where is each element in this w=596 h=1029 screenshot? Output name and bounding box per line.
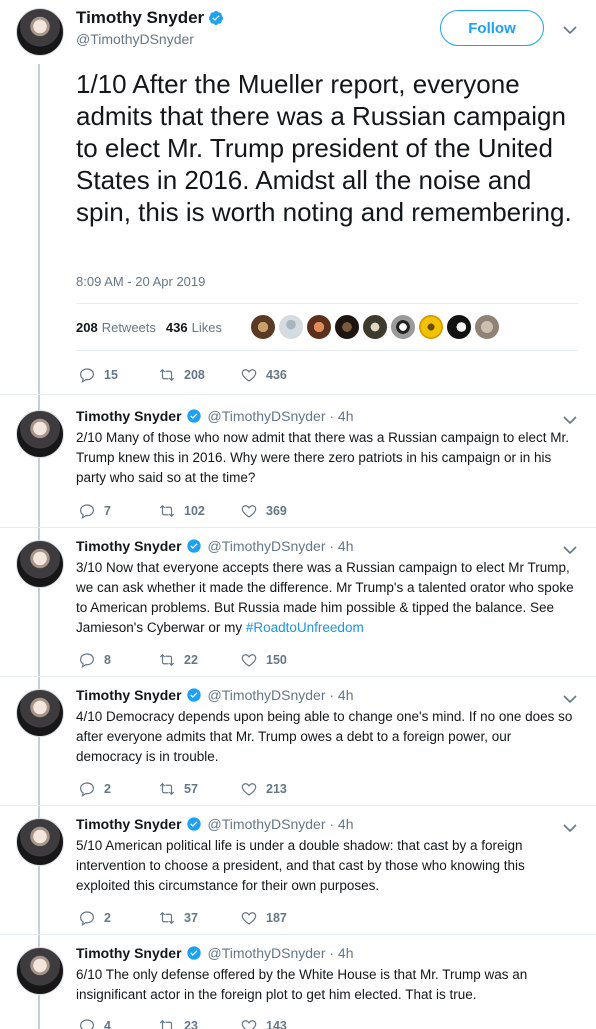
avatar[interactable] [16, 689, 64, 737]
author-name[interactable]: Timothy Snyder [76, 538, 182, 554]
follow-button[interactable]: Follow [440, 10, 544, 46]
retweet-icon [159, 782, 175, 796]
chevron-down-icon[interactable] [562, 412, 578, 428]
chevron-down-icon[interactable] [562, 542, 578, 558]
avatar[interactable] [16, 410, 64, 458]
retweet-action[interactable]: 208 [158, 366, 240, 384]
tweet-actions: 4 23 143 [78, 1017, 320, 1029]
chevron-down-icon[interactable] [562, 22, 578, 38]
liker-avatar[interactable] [362, 314, 388, 340]
liker-avatar[interactable] [306, 314, 332, 340]
tweet-text: 4/10 Democracy depends upon being able t… [76, 709, 573, 764]
divider [76, 350, 578, 351]
like-action[interactable]: 187 [240, 909, 320, 927]
liker-avatar[interactable] [446, 314, 472, 340]
tweet-actions: 8 22 150 [78, 651, 320, 669]
main-tweet-actions: 15 208 436 [78, 366, 320, 384]
heart-icon [241, 369, 257, 382]
tweet-text: 6/10 The only defense offered by the Whi… [76, 967, 528, 1002]
reply-icon [80, 504, 94, 520]
like-action[interactable]: 213 [240, 780, 320, 798]
reply-icon [80, 1019, 94, 1029]
avatar[interactable] [16, 947, 64, 995]
tweet-timestamp[interactable]: 8:09 AM - 20 Apr 2019 [76, 274, 205, 289]
reply-icon [80, 653, 94, 669]
avatar[interactable] [16, 818, 64, 866]
divider [0, 394, 596, 395]
verified-badge-icon [186, 688, 201, 702]
liker-avatar[interactable] [334, 314, 360, 340]
tweet-text: 3/10 Now that everyone accepts there was… [76, 560, 574, 635]
reply-action[interactable]: 2 [78, 780, 158, 798]
author-name[interactable]: Timothy Snyder [76, 408, 182, 424]
reply-action[interactable]: 8 [78, 651, 158, 669]
author-handle[interactable]: @TimothyDSnyder · 4h [208, 687, 354, 703]
likes-stat[interactable]: 436 Likes [166, 320, 222, 335]
main-tweet-text: 1/10 After the Mueller report, everyone … [76, 69, 572, 227]
author-handle[interactable]: @TimothyDSnyder · 4h [208, 538, 354, 554]
divider [0, 527, 596, 528]
retweet-icon [159, 653, 175, 667]
tweet-text: 5/10 American political life is under a … [76, 838, 525, 893]
divider [0, 934, 596, 935]
like-action[interactable]: 143 [240, 1017, 320, 1029]
tweet-actions: 7 102 369 [78, 502, 320, 520]
author-name[interactable]: Timothy Snyder [76, 8, 204, 28]
divider [0, 676, 596, 677]
retweet-action[interactable]: 57 [158, 780, 240, 798]
liker-avatar[interactable] [390, 314, 416, 340]
avatar[interactable] [16, 540, 64, 588]
heart-icon [241, 1020, 257, 1029]
author-name[interactable]: Timothy Snyder [76, 687, 182, 703]
retweet-action[interactable]: 102 [158, 502, 240, 520]
like-action[interactable]: 150 [240, 651, 320, 669]
chevron-down-icon[interactable] [562, 691, 578, 707]
author-handle[interactable]: @TimothyDSnyder · 4h [208, 816, 354, 832]
tweet-text: 2/10 Many of those who now admit that th… [76, 430, 570, 485]
heart-icon [241, 654, 257, 667]
retweet-icon [159, 368, 175, 382]
retweet-action[interactable]: 23 [158, 1017, 240, 1029]
retweet-icon [159, 504, 175, 518]
reply-action[interactable]: 15 [78, 366, 158, 384]
like-action[interactable]: 369 [240, 502, 320, 520]
divider [0, 805, 596, 806]
verified-badge-icon [186, 539, 201, 553]
reply-icon [80, 782, 94, 798]
retweets-stat[interactable]: 208 Retweets [76, 320, 156, 335]
tweet-actions: 2 57 213 [78, 780, 320, 798]
engagement-stats: 208 Retweets 436 Likes [76, 312, 222, 342]
heart-icon [241, 505, 257, 518]
author-name[interactable]: Timothy Snyder [76, 816, 182, 832]
heart-icon [241, 912, 257, 925]
liker-avatar[interactable] [250, 314, 276, 340]
reply-action[interactable]: 4 [78, 1017, 158, 1029]
author-handle[interactable]: @TimothyDSnyder · 4h [208, 408, 354, 424]
verified-badge-icon [186, 817, 201, 831]
verified-badge-icon [209, 11, 224, 25]
liker-avatar[interactable] [278, 314, 304, 340]
reply-icon [80, 911, 94, 927]
hashtag-link[interactable]: #RoadtoUnfreedom [246, 620, 364, 635]
author-handle[interactable]: @TimothyDSnyder · 4h [208, 945, 354, 961]
reply-icon [80, 368, 94, 384]
liker-avatar[interactable] [418, 314, 444, 340]
verified-badge-icon [186, 946, 201, 960]
avatar[interactable] [16, 8, 64, 56]
retweet-action[interactable]: 22 [158, 651, 240, 669]
heart-icon [241, 783, 257, 796]
retweet-action[interactable]: 37 [158, 909, 240, 927]
reply-action[interactable]: 7 [78, 502, 158, 520]
retweet-icon [159, 1019, 174, 1029]
likers-avatars [250, 314, 500, 340]
retweet-icon [159, 911, 175, 925]
liker-avatar[interactable] [474, 314, 500, 340]
verified-badge-icon [186, 409, 201, 423]
tweet-actions: 2 37 187 [78, 909, 320, 927]
like-action[interactable]: 436 [240, 366, 320, 384]
author-name[interactable]: Timothy Snyder [76, 945, 182, 961]
divider [76, 303, 578, 304]
reply-action[interactable]: 2 [78, 909, 158, 927]
chevron-down-icon[interactable] [562, 820, 578, 836]
